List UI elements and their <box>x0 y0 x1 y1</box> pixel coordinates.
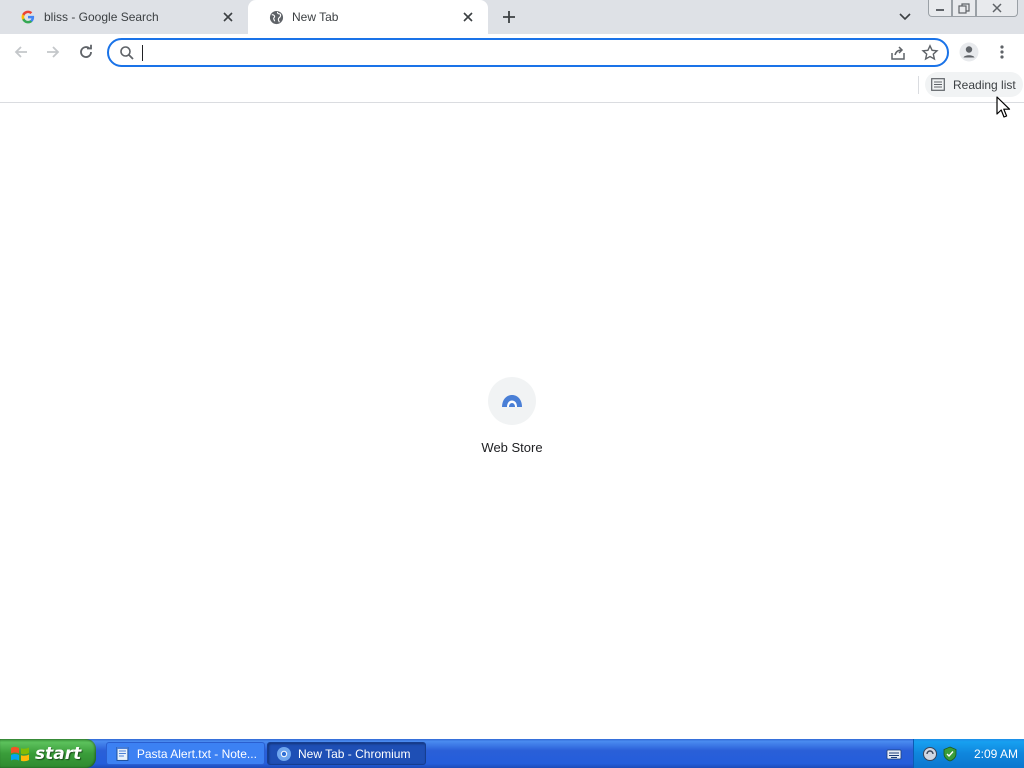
arrow-right-icon <box>47 46 60 58</box>
omnibox[interactable] <box>107 38 949 67</box>
minimize-icon <box>936 9 944 11</box>
globe-icon <box>268 9 284 25</box>
bookmarks-divider <box>918 76 919 94</box>
chevron-down-icon <box>899 13 911 21</box>
tab-title: bliss - Google Search <box>44 10 159 24</box>
google-g-icon <box>20 9 36 25</box>
keyboard-icon[interactable] <box>886 746 902 762</box>
taskbar-item-chromium[interactable]: New Tab - Chromium <box>267 742 426 765</box>
start-label: start <box>35 743 82 764</box>
profile-button[interactable] <box>957 40 981 64</box>
text-caret <box>142 45 143 61</box>
restore-button[interactable] <box>952 0 976 17</box>
new-tab-button[interactable] <box>497 5 521 29</box>
tab-search-button[interactable] <box>894 6 916 28</box>
avatar-icon <box>959 42 979 62</box>
menu-button[interactable] <box>992 40 1012 64</box>
shortcut-tile <box>488 377 536 425</box>
clock[interactable]: 2:09 AM <box>974 747 1018 761</box>
system-tray: 2:09 AM <box>913 739 1024 768</box>
taskbar-item-label: Pasta Alert.txt - Note... <box>136 746 256 761</box>
tab-title: New Tab <box>292 10 339 24</box>
reading-list-label: Reading list <box>953 77 1016 92</box>
reload-button[interactable] <box>73 39 99 65</box>
bookmark-star-icon[interactable] <box>921 44 939 62</box>
chromium-icon <box>277 746 291 761</box>
reload-icon <box>80 44 92 58</box>
restore-icon <box>958 2 970 14</box>
tab-google-search[interactable]: bliss - Google Search <box>0 0 248 34</box>
tab-new-tab[interactable]: New Tab <box>248 0 488 34</box>
close-icon[interactable] <box>220 9 236 25</box>
share-icon[interactable] <box>889 44 907 62</box>
tab-strip: bliss - Google Search New Tab <box>0 0 1024 34</box>
windows-logo-icon <box>11 746 29 761</box>
taskbar-item-label: New Tab - Chromium <box>298 746 411 761</box>
web-store-icon <box>502 395 522 407</box>
mouse-cursor-icon <box>996 96 1011 118</box>
shortcut-web-store[interactable]: Web Store <box>470 375 554 463</box>
reading-list-icon <box>931 78 945 91</box>
minimize-button[interactable] <box>928 0 952 17</box>
toolbar <box>0 34 1024 70</box>
close-icon <box>992 3 1002 13</box>
new-tab-page: Web Store <box>0 103 1024 739</box>
search-icon <box>120 46 134 60</box>
start-button[interactable]: start <box>0 739 96 768</box>
reading-list-button[interactable]: Reading list <box>925 72 1023 97</box>
plus-icon <box>503 11 515 23</box>
notepad-icon <box>116 746 129 761</box>
security-shield-icon[interactable] <box>942 746 958 762</box>
kebab-menu-icon <box>1000 45 1004 59</box>
taskbar-item-notepad[interactable]: Pasta Alert.txt - Note... <box>106 742 265 765</box>
bookmarks-bar: Reading list <box>0 70 1024 103</box>
address-input[interactable] <box>141 43 881 63</box>
close-icon[interactable] <box>460 9 476 25</box>
network-icon[interactable] <box>922 746 938 762</box>
window-close-button[interactable] <box>976 0 1018 17</box>
taskbar: start Pasta Alert.txt - Note... New Tab … <box>0 739 1024 768</box>
forward-button[interactable] <box>40 39 66 65</box>
shortcut-label: Web Store <box>481 440 543 455</box>
back-button[interactable] <box>8 39 34 65</box>
arrow-left-icon <box>14 46 27 58</box>
